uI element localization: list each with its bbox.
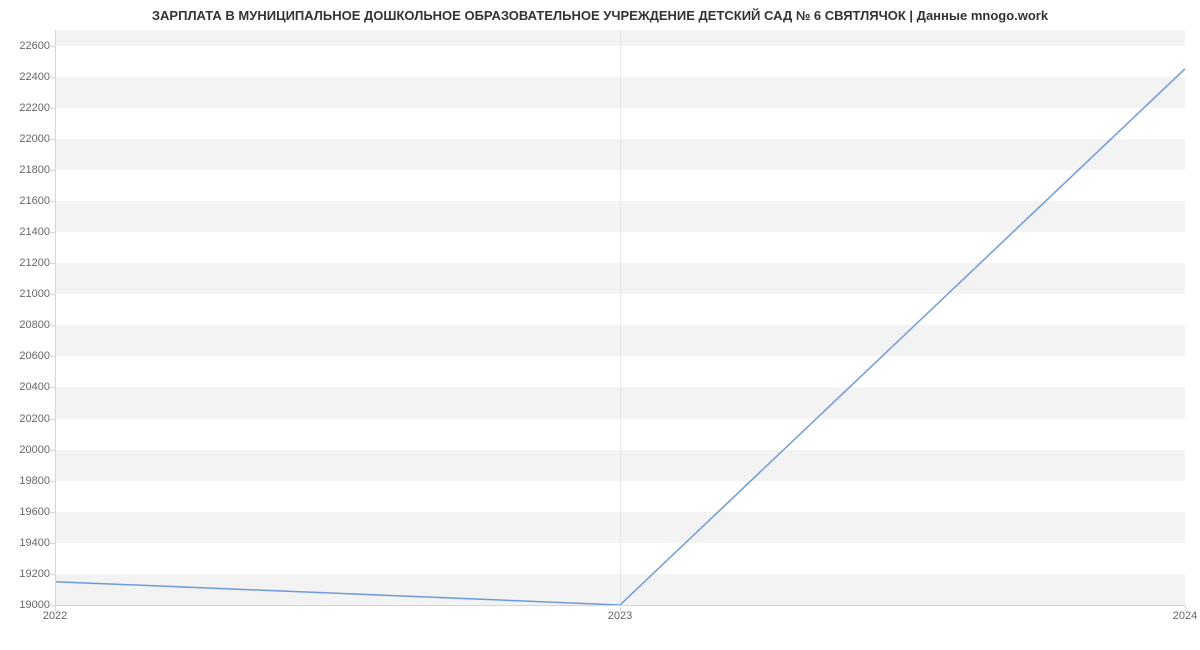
y-tick-mark <box>49 543 55 544</box>
x-tick-label: 2023 <box>608 610 632 622</box>
y-tick-mark <box>49 512 55 513</box>
y-tick-mark <box>49 387 55 388</box>
y-tick-mark <box>49 325 55 326</box>
y-tick-label: 22600 <box>6 40 50 52</box>
y-tick-label: 22200 <box>6 102 50 114</box>
y-tick-label: 21600 <box>6 195 50 207</box>
y-tick-label: 19400 <box>6 537 50 549</box>
y-tick-mark <box>49 574 55 575</box>
y-tick-label: 19600 <box>6 506 50 518</box>
x-tick-mark <box>55 605 56 611</box>
y-tick-label: 21000 <box>6 288 50 300</box>
x-tick-label: 2024 <box>1173 610 1197 622</box>
y-tick-mark <box>49 139 55 140</box>
series-line <box>55 69 1185 605</box>
y-tick-label: 19800 <box>6 475 50 487</box>
y-tick-label: 20400 <box>6 381 50 393</box>
y-tick-mark <box>49 419 55 420</box>
y-tick-mark <box>49 450 55 451</box>
y-tick-label: 20000 <box>6 444 50 456</box>
y-tick-mark <box>49 356 55 357</box>
y-tick-mark <box>49 77 55 78</box>
y-tick-mark <box>49 108 55 109</box>
y-tick-label: 22400 <box>6 71 50 83</box>
y-tick-label: 19200 <box>6 568 50 580</box>
y-tick-mark <box>49 201 55 202</box>
y-tick-mark <box>49 481 55 482</box>
y-axis <box>55 30 56 605</box>
salary-line-chart: ЗАРПЛАТА В МУНИЦИПАЛЬНОЕ ДОШКОЛЬНОЕ ОБРА… <box>0 0 1200 650</box>
line-layer <box>55 30 1185 605</box>
y-tick-mark <box>49 263 55 264</box>
y-tick-mark <box>49 232 55 233</box>
y-tick-label: 20800 <box>6 319 50 331</box>
y-tick-label: 21200 <box>6 257 50 269</box>
y-tick-mark <box>49 46 55 47</box>
y-tick-label: 20200 <box>6 413 50 425</box>
chart-title: ЗАРПЛАТА В МУНИЦИПАЛЬНОЕ ДОШКОЛЬНОЕ ОБРА… <box>0 8 1200 23</box>
y-tick-label: 21400 <box>6 226 50 238</box>
y-tick-label: 21800 <box>6 164 50 176</box>
y-tick-label: 20600 <box>6 350 50 362</box>
y-tick-mark <box>49 294 55 295</box>
x-tick-label: 2022 <box>43 610 67 622</box>
plot-area <box>55 30 1185 605</box>
x-tick-mark <box>620 605 621 611</box>
x-tick-mark <box>1185 605 1186 611</box>
y-tick-label: 22000 <box>6 133 50 145</box>
y-tick-mark <box>49 170 55 171</box>
